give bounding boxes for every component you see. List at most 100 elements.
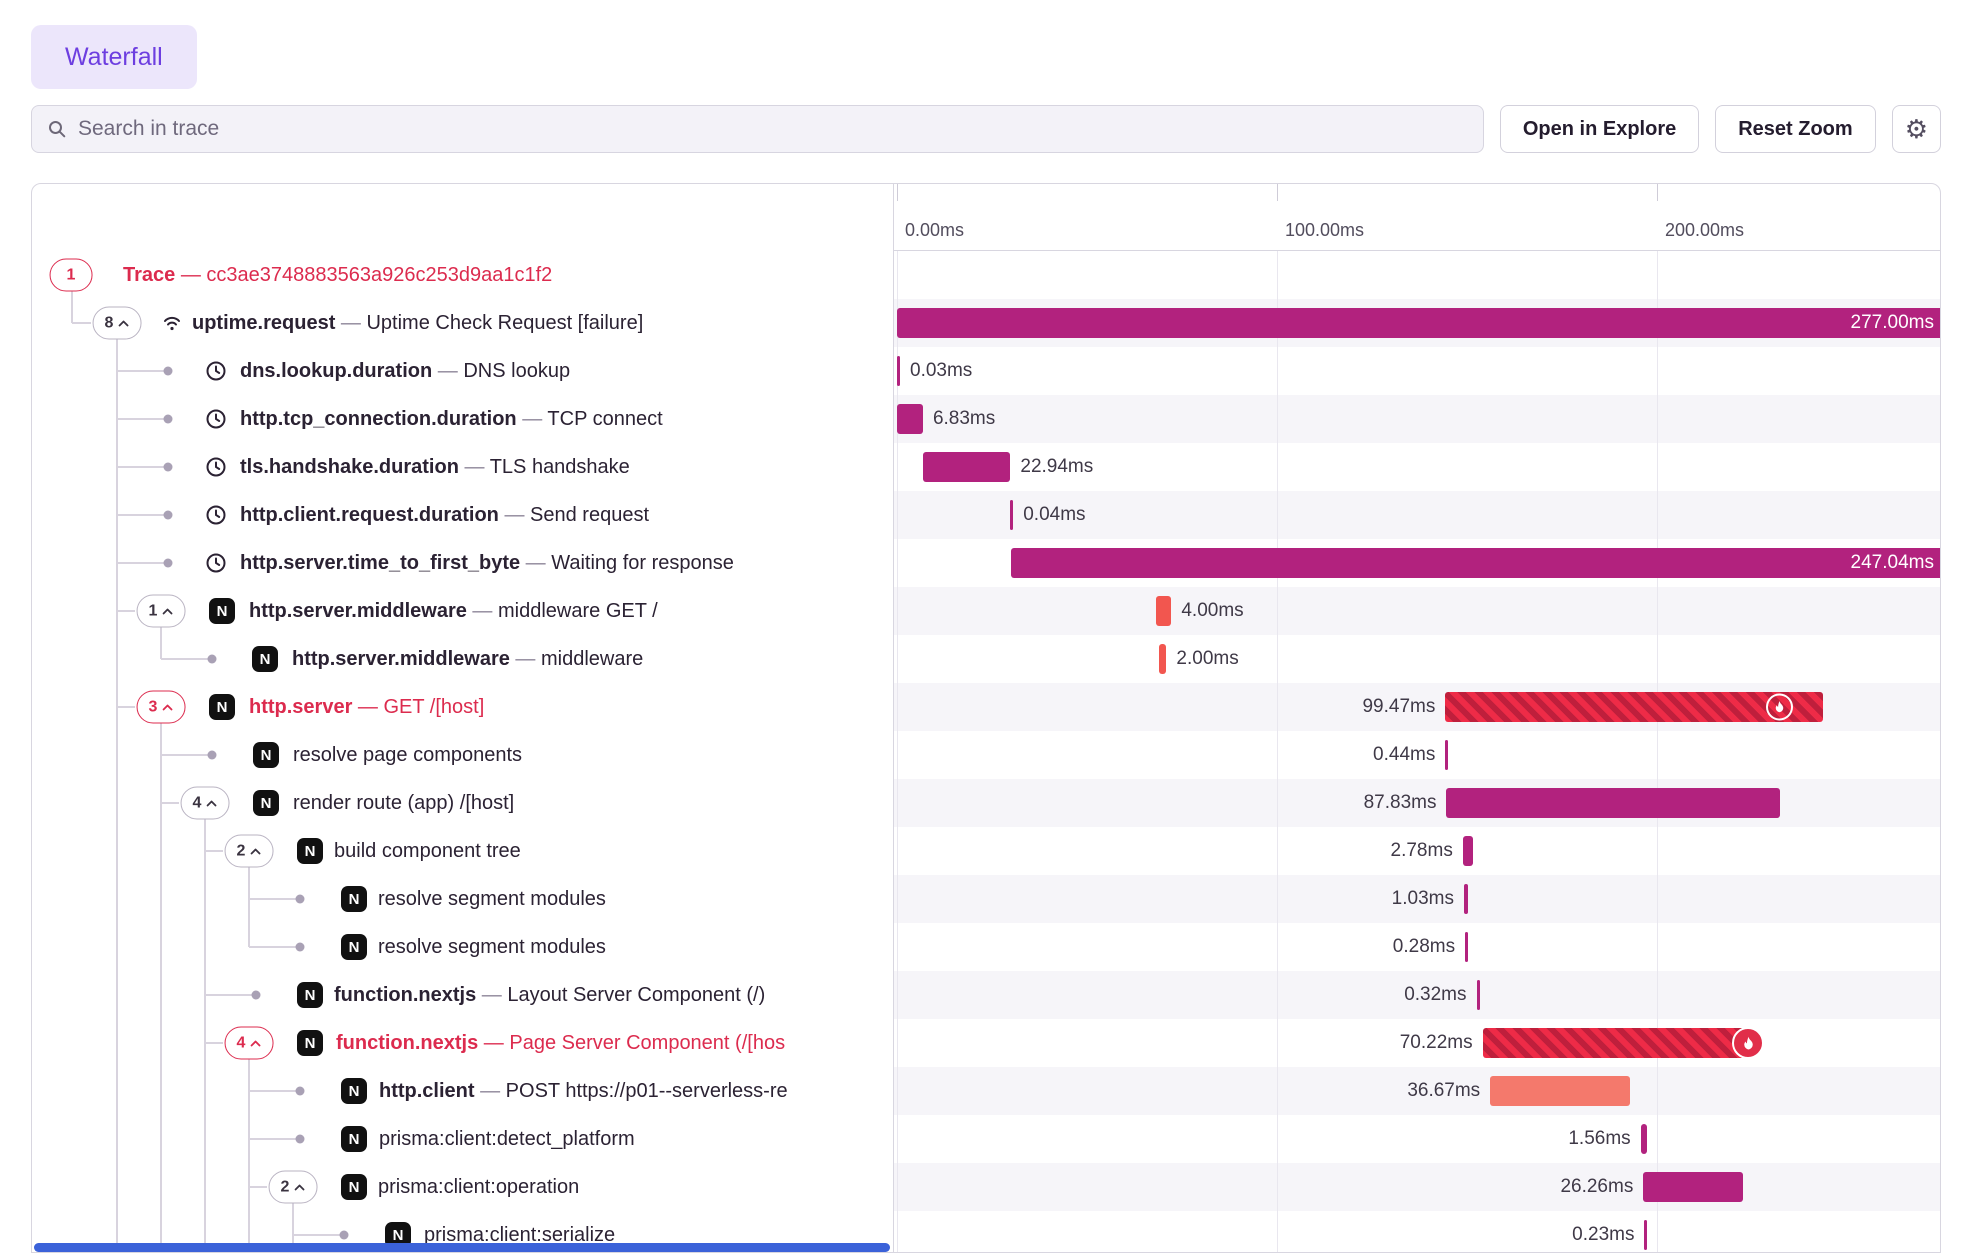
horizontal-scrollbar-thumb[interactable] [34, 1243, 890, 1252]
span-row-tls-handshake-duration[interactable]: tls.handshake.duration — TLS handshake22… [32, 443, 1940, 491]
duration-bar[interactable] [1159, 644, 1167, 674]
tab-waterfall[interactable]: Waterfall [31, 25, 197, 89]
span-title: function.nextjs — Layout Server Componen… [334, 971, 765, 1019]
duration-label: 2.78ms [1391, 827, 1453, 875]
children-count-pill[interactable]: 2 [269, 1171, 318, 1204]
span-row-http-server-middleware-inner[interactable]: Nhttp.server.middleware — middleware2.00… [32, 635, 1940, 683]
duration-bar[interactable] [1465, 932, 1468, 962]
duration-bar[interactable] [1490, 1076, 1629, 1106]
children-count-pill[interactable]: 4 [225, 1027, 274, 1060]
settings-button[interactable]: ⚙ [1892, 105, 1941, 153]
tree-connector-line [116, 875, 118, 923]
tree-chart-divider[interactable] [893, 184, 894, 1252]
axis-tick-label: 200.00ms [1665, 220, 1744, 241]
children-count-pill[interactable]: 8 [93, 307, 142, 340]
search-box[interactable] [31, 105, 1484, 153]
duration-bar[interactable] [1464, 884, 1468, 914]
nextjs-icon: N [341, 934, 367, 960]
duration-bar[interactable] [1445, 692, 1823, 722]
span-title: http.server.time_to_first_byte — Waiting… [240, 539, 734, 587]
clock-icon [204, 455, 228, 479]
tree-connector-line [160, 923, 162, 971]
span-row-resolve-segment-modules-1[interactable]: Nresolve segment modules1.03ms [32, 875, 1940, 923]
tree-connector-line [116, 923, 118, 971]
span-row-time-to-first-byte[interactable]: http.server.time_to_first_byte — Waiting… [32, 539, 1940, 587]
tree-connector-line [160, 1163, 162, 1211]
children-count-pill[interactable]: 4 [181, 787, 230, 820]
nextjs-icon: N [297, 838, 323, 864]
span-row-trace-root[interactable]: 1Trace — cc3ae3748883563a926c253d9aa1c1f… [32, 251, 1940, 299]
clock-icon [204, 503, 228, 527]
duration-label: 0.23ms [1572, 1211, 1634, 1253]
span-dot [296, 943, 305, 952]
children-count-pill[interactable]: 3 [137, 691, 186, 724]
span-waterfall-cell: 0.32ms [893, 971, 1941, 1019]
duration-bar[interactable] [1644, 1220, 1647, 1250]
span-row-client-request-duration[interactable]: http.client.request.duration — Send requ… [32, 491, 1940, 539]
children-count-pill[interactable]: 1 [50, 259, 93, 292]
duration-bar[interactable] [1010, 500, 1013, 530]
span-waterfall-cell: 6.83ms [893, 395, 1941, 443]
duration-label: 36.67ms [1407, 1067, 1480, 1115]
nextjs-icon: N [253, 790, 279, 816]
tree-connector-elbow [72, 322, 91, 324]
tree-connector-line [204, 1163, 206, 1211]
span-row-page-server-component[interactable]: 4Nfunction.nextjs — Page Server Componen… [32, 1019, 1940, 1067]
duration-bar[interactable] [923, 452, 1010, 482]
span-name-cell: 4Nfunction.nextjs — Page Server Componen… [32, 1019, 893, 1067]
span-name-cell: 2Nbuild component tree [32, 827, 893, 875]
children-count-pill[interactable]: 2 [225, 835, 274, 868]
trace-waterfall-panel: 0.00ms 100.00ms 200.00ms 1Trace — cc3ae3… [31, 183, 1941, 1253]
duration-bar[interactable] [1483, 1028, 1750, 1058]
children-count: 8 [105, 314, 114, 332]
duration-bar[interactable] [1156, 596, 1171, 626]
span-waterfall-cell: 2.78ms [893, 827, 1941, 875]
tree-connector-line [204, 1067, 206, 1115]
axis-tick [1657, 184, 1658, 201]
duration-label: 70.22ms [1400, 1019, 1473, 1067]
span-waterfall-cell: 4.00ms [893, 587, 1941, 635]
span-name-cell: http.server.time_to_first_byte — Waiting… [32, 539, 893, 587]
span-row-build-component-tree[interactable]: 2Nbuild component tree 2.78ms [32, 827, 1940, 875]
span-row-dns-lookup-duration[interactable]: dns.lookup.duration — DNS lookup0.03ms [32, 347, 1940, 395]
duration-bar[interactable] [1641, 1124, 1647, 1154]
span-row-layout-server-component[interactable]: Nfunction.nextjs — Layout Server Compone… [32, 971, 1940, 1019]
span-dot [164, 559, 173, 568]
span-waterfall-cell: 70.22ms [893, 1019, 1941, 1067]
reset-zoom-button[interactable]: Reset Zoom [1715, 105, 1875, 153]
span-row-uptime-request[interactable]: 8uptime.request — Uptime Check Request [… [32, 299, 1940, 347]
span-row-render-route[interactable]: 4Nrender route (app) /[host]87.83ms [32, 779, 1940, 827]
span-row-prisma-operation[interactable]: 2Nprisma:client:operation26.26ms [32, 1163, 1940, 1211]
span-dot [164, 415, 173, 424]
span-row-tcp-connection-duration[interactable]: http.tcp_connection.duration — TCP conne… [32, 395, 1940, 443]
span-row-resolve-page-components[interactable]: Nresolve page components0.44ms [32, 731, 1940, 779]
duration-bar[interactable] [897, 356, 900, 386]
span-row-prisma-detect-platform[interactable]: Nprisma:client:detect_platform1.56ms [32, 1115, 1940, 1163]
span-row-http-client[interactable]: Nhttp.client — POST https://p01--serverl… [32, 1067, 1940, 1115]
duration-bar[interactable]: 247.04ms [1011, 548, 1941, 578]
chevron-up-icon [249, 1039, 261, 1047]
span-title: function.nextjs — Page Server Component … [336, 1019, 785, 1067]
duration-bar[interactable]: 277.00ms [897, 308, 1941, 338]
span-waterfall-cell: 36.67ms [893, 1067, 1941, 1115]
duration-bar[interactable] [1445, 740, 1448, 770]
tree-connector-elbow [249, 946, 296, 948]
tree-connector-line [116, 635, 118, 683]
span-waterfall-cell: 247.04ms [893, 539, 1941, 587]
span-row-http-server[interactable]: 3Nhttp.server — GET /[host]99.47ms [32, 683, 1940, 731]
chevron-up-icon [161, 607, 173, 615]
duration-bar[interactable] [1463, 836, 1474, 866]
duration-bar[interactable] [1643, 1172, 1743, 1202]
tree-connector-line [116, 971, 118, 1019]
duration-bar[interactable] [1446, 788, 1780, 818]
tree-connector-line [160, 971, 162, 1019]
open-in-explore-button[interactable]: Open in Explore [1500, 105, 1699, 153]
search-input[interactable] [78, 117, 1468, 141]
duration-bar[interactable] [897, 404, 923, 434]
span-row-resolve-segment-modules-2[interactable]: Nresolve segment modules0.28ms [32, 923, 1940, 971]
span-row-http-server-middleware[interactable]: 1Nhttp.server.middleware — middleware GE… [32, 587, 1940, 635]
children-count-pill[interactable]: 1 [137, 595, 186, 628]
span-name-cell: Nhttp.client — POST https://p01--serverl… [32, 1067, 893, 1115]
duration-bar[interactable] [1477, 980, 1480, 1010]
span-name-cell: 1Trace — cc3ae3748883563a926c253d9aa1c1f… [32, 251, 893, 299]
